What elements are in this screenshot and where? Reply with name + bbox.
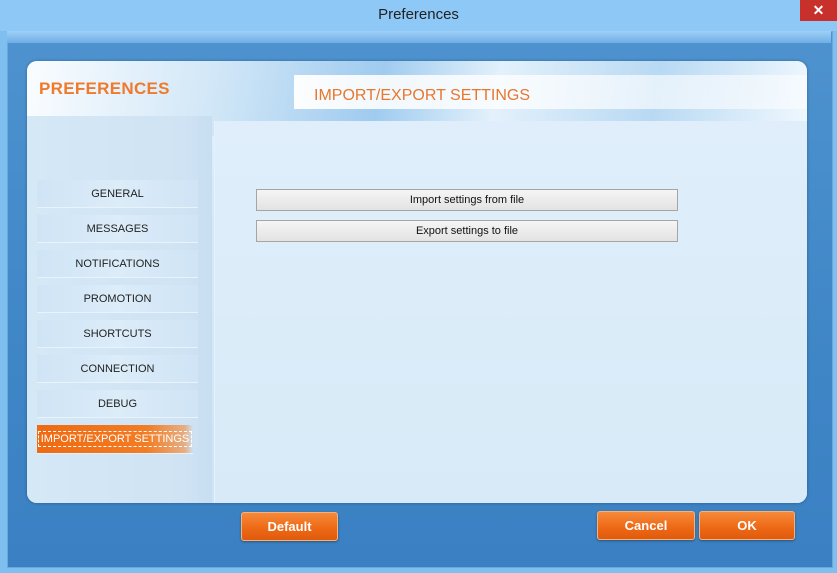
sidebar-item-messages[interactable]: MESSAGES	[37, 215, 198, 243]
app-title: PREFERENCES	[39, 79, 170, 98]
default-button[interactable]: Default	[241, 512, 338, 541]
sidebar-item-debug[interactable]: DEBUG	[37, 390, 198, 418]
title-bar: Preferences	[0, 0, 837, 31]
content-area	[214, 121, 807, 503]
sidebar-item-shortcuts[interactable]: SHORTCUTS	[37, 320, 198, 348]
sidebar-item-promotion[interactable]: PROMOTION	[37, 285, 198, 313]
ok-button[interactable]: OK	[699, 511, 795, 540]
export-settings-button[interactable]: Export settings to file	[256, 220, 678, 242]
window-title: Preferences	[378, 6, 459, 23]
close-icon: ✕	[812, 2, 825, 18]
sidebar-item-general[interactable]: GENERAL	[37, 180, 198, 208]
cancel-button[interactable]: Cancel	[597, 511, 695, 540]
client-top-strip	[7, 31, 831, 43]
sidebar-item-label: IMPORT/EXPORT SETTINGS	[37, 431, 193, 447]
sidebar-item-notifications[interactable]: NOTIFICATIONS	[37, 250, 198, 278]
sidebar-item-connection[interactable]: CONNECTION	[37, 355, 198, 383]
preferences-panel: PREFERENCES IMPORT/EXPORT SETTINGS GENER…	[27, 61, 807, 503]
sidebar-item-import-export-settings[interactable]: IMPORT/EXPORT SETTINGS	[37, 425, 193, 454]
close-button[interactable]: ✕	[800, 0, 837, 21]
section-title: IMPORT/EXPORT SETTINGS	[314, 87, 531, 104]
import-settings-button[interactable]: Import settings from file	[256, 189, 678, 211]
